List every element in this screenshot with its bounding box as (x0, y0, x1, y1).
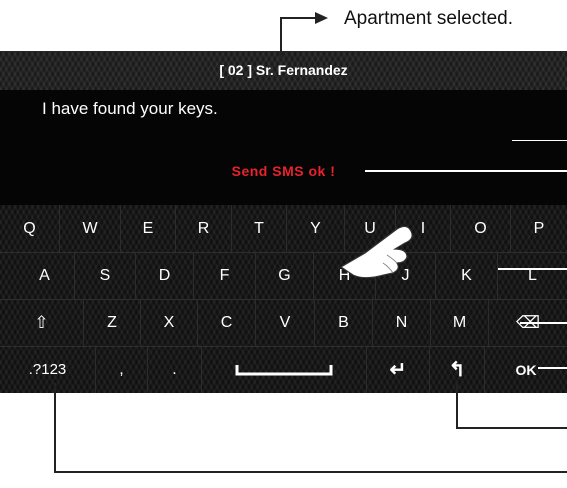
key-z[interactable]: Z (84, 299, 141, 346)
key-e[interactable]: E (121, 205, 176, 252)
key-q[interactable]: Q (0, 205, 60, 252)
period-key[interactable]: . (148, 346, 202, 393)
enter-icon: ↵ (389, 359, 407, 381)
key-x[interactable]: X (141, 299, 198, 346)
symbols-key[interactable]: .?123 (0, 346, 96, 393)
key-s[interactable]: S (75, 252, 136, 299)
space-bar-icon (235, 364, 333, 375)
pointing-hand-icon (339, 225, 413, 279)
contact-title: [ 02 ] Sr. Fernandez (219, 62, 348, 78)
callout-arrow-icon (315, 12, 328, 24)
key-b[interactable]: B (315, 299, 373, 346)
shift-key[interactable]: ⇧ (0, 299, 84, 346)
key-v[interactable]: V (256, 299, 315, 346)
key-o[interactable]: O (451, 205, 511, 252)
space-key[interactable] (202, 346, 367, 393)
virtual-keyboard: Q W E R T Y U I O P A S D F G H J K L ⇧ … (0, 205, 567, 393)
key-g[interactable]: G (256, 252, 314, 299)
key-r[interactable]: R (176, 205, 232, 252)
shift-icon: ⇧ (34, 312, 49, 332)
apartment-selected-callout: Apartment selected. (344, 8, 513, 29)
key-k[interactable]: K (436, 252, 498, 299)
key-f[interactable]: F (194, 252, 256, 299)
key-n[interactable]: N (373, 299, 431, 346)
ok-key[interactable]: OK (485, 346, 567, 393)
key-p[interactable]: P (511, 205, 567, 252)
key-w[interactable]: W (60, 205, 121, 252)
key-l[interactable]: L (498, 252, 567, 299)
key-d[interactable]: D (136, 252, 194, 299)
key-c[interactable]: C (198, 299, 256, 346)
comma-key[interactable]: , (96, 346, 148, 393)
key-a[interactable]: A (15, 252, 75, 299)
message-text[interactable]: I have found your keys. (42, 99, 218, 119)
enter-key[interactable]: ↵ (367, 346, 430, 393)
key-m[interactable]: M (431, 299, 489, 346)
key-t[interactable]: T (232, 205, 287, 252)
back-arrow-icon: ↰ (448, 359, 466, 381)
